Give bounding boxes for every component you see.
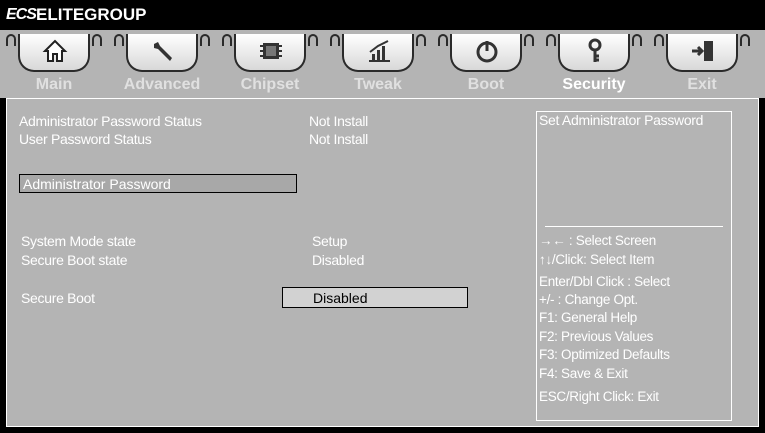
help-description: Set Administrator Password <box>539 112 704 128</box>
secure-boot-label: Secure Boot <box>21 290 95 306</box>
help-key: ↑↓/Click: Select Item <box>539 252 655 267</box>
system-mode-state-label: System Mode state <box>21 233 136 249</box>
tab-bar: Main Advanced Chipset Tweak Boot Securit <box>0 30 765 98</box>
security-panel: Administrator Password Status Not Instal… <box>6 98 759 427</box>
tab-advanced[interactable]: Advanced <box>108 30 216 98</box>
tab-label: Chipset <box>240 76 300 93</box>
help-key: F4: Save & Exit <box>539 366 628 381</box>
user-password-status-label: User Password Status <box>19 131 152 147</box>
help-key: ESC/Right Click: Exit <box>539 389 659 404</box>
secure-boot-state-label: Secure Boot state <box>21 252 128 268</box>
admin-password-field[interactable]: Administrator Password <box>19 174 297 193</box>
tab-main[interactable]: Main <box>0 30 108 98</box>
chart-icon <box>369 40 390 62</box>
chip-icon <box>260 43 282 59</box>
secure-boot-state-value: Disabled <box>312 252 365 268</box>
brand-bar: ECS ELITEGROUP <box>0 0 765 30</box>
tab-chipset[interactable]: Chipset <box>216 30 324 98</box>
tab-label: Main <box>35 76 73 93</box>
tab-label: Advanced <box>123 76 201 93</box>
brand-name: ELITEGROUP <box>36 5 147 24</box>
power-icon <box>476 41 498 63</box>
tab-label: Boot <box>467 76 505 93</box>
help-key: +/- : Change Opt. <box>539 292 638 307</box>
tab-exit[interactable]: Exit <box>648 30 756 98</box>
tab-security[interactable]: Security <box>540 30 648 98</box>
admin-password-label: Administrator Password <box>23 176 171 192</box>
secure-boot-select[interactable]: Disabled <box>282 287 468 308</box>
tab-label: Security <box>562 76 626 93</box>
help-panel: Set Administrator Password →← : Select S… <box>536 111 732 421</box>
exit-icon <box>692 41 713 61</box>
tab-boot[interactable]: Boot <box>432 30 540 98</box>
wrench-icon <box>154 42 172 61</box>
help-key: F2: Previous Values <box>539 329 654 344</box>
help-key: F3: Optimized Defaults <box>539 347 670 362</box>
home-icon <box>42 39 68 62</box>
tab-label: Exit <box>687 76 717 93</box>
admin-password-status-label: Administrator Password Status <box>19 113 202 129</box>
user-password-status-value: Not Install <box>309 131 368 147</box>
tab-label: Tweak <box>354 76 402 93</box>
help-key: →← : Select Screen <box>539 233 656 248</box>
key-icon <box>588 38 602 62</box>
help-key: F1: General Help <box>539 310 637 325</box>
admin-password-status-value: Not Install <box>309 113 368 129</box>
tab-tweak[interactable]: Tweak <box>324 30 432 98</box>
secure-boot-select-value: Disabled <box>313 290 368 306</box>
help-key: Enter/Dbl Click : Select <box>539 274 670 289</box>
system-mode-state-value: Setup <box>312 233 348 249</box>
help-divider <box>545 226 723 227</box>
ecs-logo: ECS <box>6 6 37 23</box>
